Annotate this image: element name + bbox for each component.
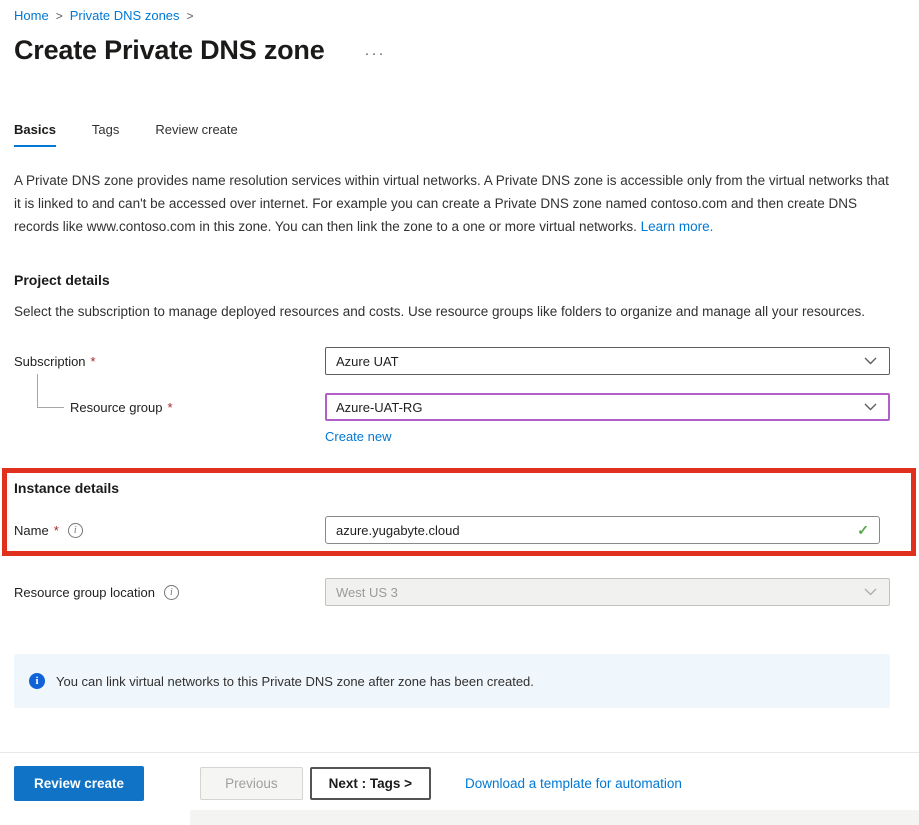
info-banner-text: You can link virtual networks to this Pr… xyxy=(56,674,534,689)
page-title: Create Private DNS zone xyxy=(14,35,325,66)
location-dropdown-disabled: West US 3 xyxy=(325,578,890,606)
title-row: Create Private DNS zone ··· xyxy=(14,35,890,66)
resource-group-label-text: Resource group xyxy=(70,400,163,415)
footer-action-bar: Review create Previous Next : Tags > Dow… xyxy=(0,752,919,801)
instance-details-section: Instance details Name * i azure.yugabyte… xyxy=(14,480,890,544)
required-asterisk: * xyxy=(168,400,173,415)
info-icon[interactable]: i xyxy=(164,585,179,600)
breadcrumb: Home > Private DNS zones > xyxy=(14,8,890,23)
breadcrumb-separator-icon: > xyxy=(187,9,194,23)
breadcrumb-private-dns-zones-link[interactable]: Private DNS zones xyxy=(70,8,180,23)
resource-group-dropdown[interactable]: Azure-UAT-RG xyxy=(325,393,890,421)
location-value: West US 3 xyxy=(336,585,398,600)
review-create-button[interactable]: Review create xyxy=(14,766,144,801)
instance-details-heading: Instance details xyxy=(14,480,890,496)
project-details-description: Select the subscription to manage deploy… xyxy=(14,301,890,323)
subscription-dropdown[interactable]: Azure UAT xyxy=(325,347,890,375)
project-details-form: Subscription * Azure UAT Resource group … xyxy=(14,347,890,444)
subscription-row: Subscription * Azure UAT xyxy=(14,347,890,375)
previous-button: Previous xyxy=(200,767,303,800)
bottom-edge-strip xyxy=(190,810,919,825)
required-asterisk: * xyxy=(54,523,59,538)
intro-description: A Private DNS zone provides name resolut… xyxy=(14,169,890,238)
intro-text: A Private DNS zone provides name resolut… xyxy=(14,173,889,234)
breadcrumb-separator-icon: > xyxy=(56,9,63,23)
name-row: Name * i azure.yugabyte.cloud ✓ xyxy=(14,516,890,544)
breadcrumb-home-link[interactable]: Home xyxy=(14,8,49,23)
subscription-value: Azure UAT xyxy=(336,354,399,369)
name-label: Name * i xyxy=(14,523,325,538)
resource-group-row: Resource group * Azure-UAT-RG xyxy=(14,393,890,421)
valid-check-icon: ✓ xyxy=(857,522,869,539)
location-row: Resource group location i West US 3 xyxy=(14,578,890,606)
name-value: azure.yugabyte.cloud xyxy=(336,523,460,538)
tab-basics[interactable]: Basics xyxy=(14,122,56,147)
info-banner: i You can link virtual networks to this … xyxy=(14,654,890,708)
chevron-down-icon xyxy=(864,588,877,596)
create-new-row: Create new xyxy=(325,429,890,444)
learn-more-link[interactable]: Learn more. xyxy=(641,219,714,234)
tab-bar: Basics Tags Review create xyxy=(14,122,890,147)
hierarchy-connector-line xyxy=(37,374,64,408)
more-options-icon[interactable]: ··· xyxy=(365,45,386,62)
next-tags-button[interactable]: Next : Tags > xyxy=(310,767,431,800)
download-template-link[interactable]: Download a template for automation xyxy=(465,776,682,791)
chevron-down-icon xyxy=(864,403,877,411)
create-private-dns-zone-page: Home > Private DNS zones > Create Privat… xyxy=(0,0,919,708)
info-icon[interactable]: i xyxy=(68,523,83,538)
chevron-down-icon xyxy=(864,357,877,365)
resource-group-value: Azure-UAT-RG xyxy=(336,400,422,415)
create-new-link[interactable]: Create new xyxy=(325,429,391,444)
info-banner-icon: i xyxy=(29,673,45,689)
tab-tags[interactable]: Tags xyxy=(92,122,119,147)
subscription-label: Subscription * xyxy=(14,354,325,369)
required-asterisk: * xyxy=(91,354,96,369)
name-label-text: Name xyxy=(14,523,49,538)
subscription-label-text: Subscription xyxy=(14,354,86,369)
name-input[interactable]: azure.yugabyte.cloud ✓ xyxy=(325,516,880,544)
tab-review-create[interactable]: Review create xyxy=(155,122,237,147)
location-label: Resource group location i xyxy=(14,585,325,600)
project-details-heading: Project details xyxy=(14,272,890,288)
location-label-text: Resource group location xyxy=(14,585,155,600)
